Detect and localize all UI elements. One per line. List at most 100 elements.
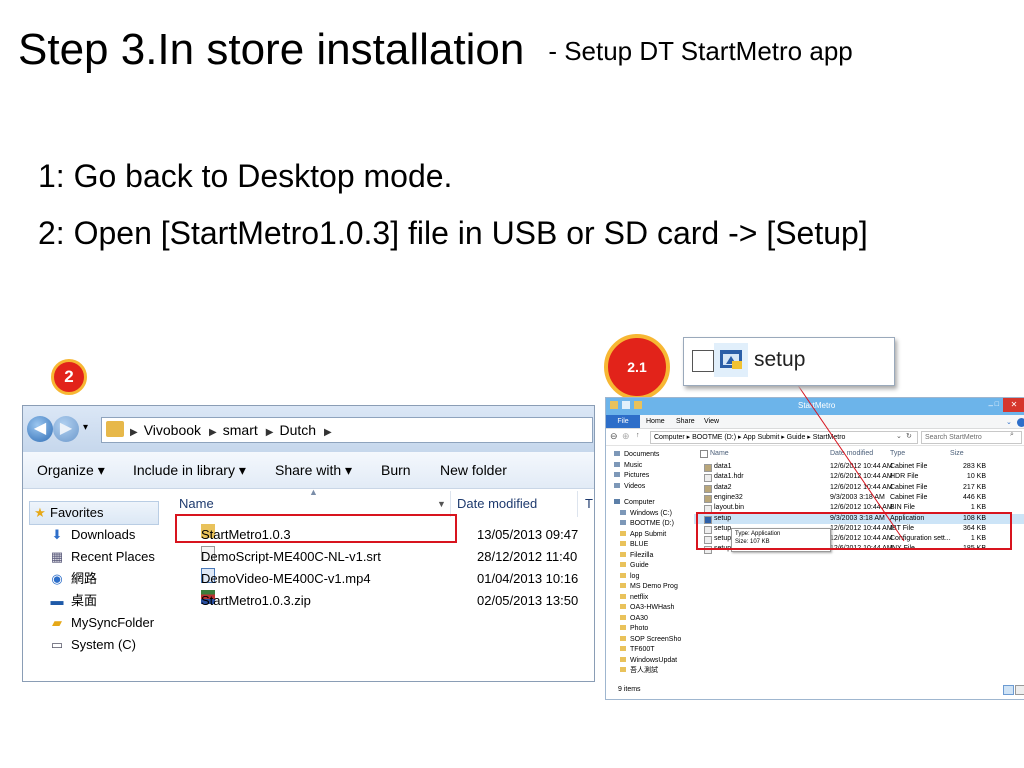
column-header-type[interactable]: Type: [890, 450, 905, 457]
file-row[interactable]: data2 12/6/2012 10:44 AM Cabinet File 217 K…: [694, 483, 1024, 493]
breadcrumb-item[interactable]: Vivobook: [144, 422, 201, 438]
forward-arrow-icon[interactable]: ⊕: [622, 431, 630, 442]
desktop-icon: ▬: [50, 593, 64, 608]
search-icon[interactable]: ⌕: [1010, 431, 1014, 439]
sidebar-item-label: Computer: [624, 499, 655, 506]
step-badge-2-1: 2.1: [604, 334, 670, 400]
new-folder-icon[interactable]: [634, 401, 642, 409]
sidebar-item[interactable]: Guide: [620, 561, 649, 571]
breadcrumb-text: Computer ▸ BOOTME (D:) ▸ App Submit ▸ Gu…: [654, 434, 846, 441]
navigation-pane: Documents Music Pictures Videos Computer Wind…: [606, 446, 690, 681]
close-icon[interactable]: ✕: [1003, 398, 1024, 412]
file-row[interactable]: DemoScript-ME400C-NL-v1.srt 28/12/2012 1…: [175, 546, 594, 568]
column-header-date[interactable]: Date modified: [457, 491, 537, 517]
file-row[interactable]: data1 12/6/2012 10:44 AM Cabinet File 283 K…: [694, 462, 1024, 472]
sidebar-item-label: OA30: [630, 614, 648, 622]
up-arrow-icon[interactable]: ↑: [636, 432, 640, 439]
sidebar-item[interactable]: Photo: [620, 624, 648, 634]
file-row[interactable]: engine32 9/3/2003 3:18 AM Cabinet File 446 …: [694, 493, 1024, 503]
sidebar-item-mysyncfolder[interactable]: ▰ MySyncFolder: [49, 613, 154, 633]
search-input[interactable]: Search StartMetro: [921, 431, 1022, 444]
file-row[interactable]: data1.hdr 12/6/2012 10:44 AM HDR File 10 KB: [694, 472, 1024, 483]
sidebar-item[interactable]: 吾人測試: [620, 666, 658, 676]
downloads-icon: ⬇: [51, 527, 63, 542]
sidebar-item[interactable]: Windows (C:): [620, 509, 672, 519]
navigation-pane: ★ Favorites ⬇ Downloads ▦ Recent Places ◉ 網路…: [23, 489, 175, 681]
tab-view[interactable]: View: [704, 418, 719, 425]
network-icon: ◉: [51, 571, 63, 586]
tab-share[interactable]: Share: [676, 418, 695, 425]
setup-checkbox[interactable]: [692, 350, 714, 372]
new-folder-button[interactable]: New folder: [440, 452, 507, 488]
step-badge-2: 2: [51, 359, 87, 395]
column-header-name[interactable]: Name: [710, 450, 729, 457]
burn-button[interactable]: Burn: [381, 452, 411, 488]
sidebar-item[interactable]: log: [620, 572, 639, 582]
maximize-icon[interactable]: □: [995, 401, 999, 408]
breadcrumb-item[interactable]: smart: [223, 422, 258, 438]
sidebar-item[interactable]: netflix: [620, 593, 648, 603]
forward-arrow-icon[interactable]: ▶: [53, 416, 79, 442]
quick-access-icon[interactable]: [622, 401, 630, 409]
sidebar-item[interactable]: BOOTME (D:): [620, 519, 674, 529]
sidebar-item[interactable]: BLUE: [620, 540, 648, 550]
minimize-icon[interactable]: –: [989, 401, 993, 410]
column-header-size[interactable]: Size: [950, 450, 964, 457]
column-header-date[interactable]: Date modified: [830, 450, 873, 457]
file-name: engine32: [714, 493, 743, 501]
sidebar-item-network[interactable]: ◉ 網路: [49, 569, 97, 589]
back-arrow-icon[interactable]: ◀: [27, 416, 53, 442]
sidebar-item-system-c[interactable]: ▭ System (C): [49, 635, 136, 655]
organize-button[interactable]: Organize ▾: [37, 452, 105, 488]
sidebar-item[interactable]: App Submit: [620, 530, 666, 540]
sidebar-item[interactable]: MS Demo Prog: [620, 582, 678, 592]
file-name: data2: [714, 483, 732, 491]
file-name: data1: [714, 463, 732, 470]
sidebar-item[interactable]: Documents: [614, 450, 659, 460]
sidebar-item-downloads[interactable]: ⬇ Downloads: [49, 525, 136, 545]
refresh-icon[interactable]: ↻: [906, 432, 912, 440]
tab-file[interactable]: File: [606, 415, 640, 428]
slide-title: Step 3.In store installation - Setup DT S…: [18, 22, 853, 79]
step-2-text: 2: Open [StartMetro1.0.3] file in USB or…: [38, 215, 868, 251]
tiles-view-icon[interactable]: [1015, 685, 1024, 695]
recent-pages-icon[interactable]: ▾: [83, 422, 88, 433]
command-bar: Organize ▾ Include in library ▾ Share wi…: [23, 452, 594, 489]
breadcrumb[interactable]: ▶ Vivobook ▶ smart ▶ Dutch ▶: [101, 417, 593, 443]
sidebar-item[interactable]: Music: [614, 461, 642, 471]
folder-icon: [620, 593, 626, 599]
breadcrumb-item[interactable]: Dutch: [279, 422, 316, 438]
sidebar-item-recent-places[interactable]: ▦ Recent Places: [49, 547, 155, 567]
share-with-button[interactable]: Share with ▾: [275, 452, 352, 488]
sidebar-item-favorites[interactable]: ★ Favorites: [29, 501, 159, 525]
select-all-checkbox[interactable]: [700, 450, 708, 458]
sidebar-item[interactable]: OA30: [620, 614, 648, 624]
file-row[interactable]: StartMetro1.0.3.zip 02/05/2013 13:50 W: [175, 590, 594, 612]
sidebar-item[interactable]: Pictures: [614, 471, 649, 481]
details-view-icon[interactable]: [1003, 685, 1014, 695]
tab-home[interactable]: Home: [646, 418, 665, 425]
sidebar-item[interactable]: Filezilla: [620, 551, 653, 561]
sidebar-item[interactable]: TF600T: [620, 645, 655, 655]
sidebar-item[interactable]: SOP ScreenSho: [620, 635, 681, 645]
help-icon[interactable]: [1017, 418, 1024, 427]
ribbon-expand-icon[interactable]: ⌄: [1006, 418, 1012, 426]
folder-icon: [620, 530, 626, 536]
column-header-type[interactable]: T: [585, 491, 593, 517]
sidebar-item[interactable]: OA3-HWHash: [620, 603, 674, 613]
file-date: 12/6/2012 10:44 AM: [830, 463, 893, 470]
file-row[interactable]: DemoVideo-ME400C-v1.mp4 01/04/2013 10:16…: [175, 568, 594, 590]
sidebar-item[interactable]: WindowsUpdat: [620, 656, 677, 666]
sidebar-item[interactable]: Computer: [614, 498, 655, 508]
setup-app-icon: [720, 350, 742, 369]
sidebar-item[interactable]: Videos: [614, 482, 645, 492]
sidebar-item-label: WindowsUpdat: [630, 656, 678, 664]
back-arrow-icon[interactable]: ⊖: [610, 431, 618, 442]
path-dropdown-icon[interactable]: ⌄: [896, 432, 902, 440]
file-date: 28/12/2012 11:40: [477, 549, 578, 564]
breadcrumb-sep-icon: ▶: [324, 427, 332, 438]
sidebar-item-desktop[interactable]: ▬ 桌面: [49, 591, 98, 611]
include-in-library-button[interactable]: Include in library ▾: [133, 452, 246, 488]
breadcrumb[interactable]: Computer ▸ BOOTME (D:) ▸ App Submit ▸ Gu…: [650, 431, 918, 444]
sidebar-item-label: Pictures: [624, 472, 650, 479]
